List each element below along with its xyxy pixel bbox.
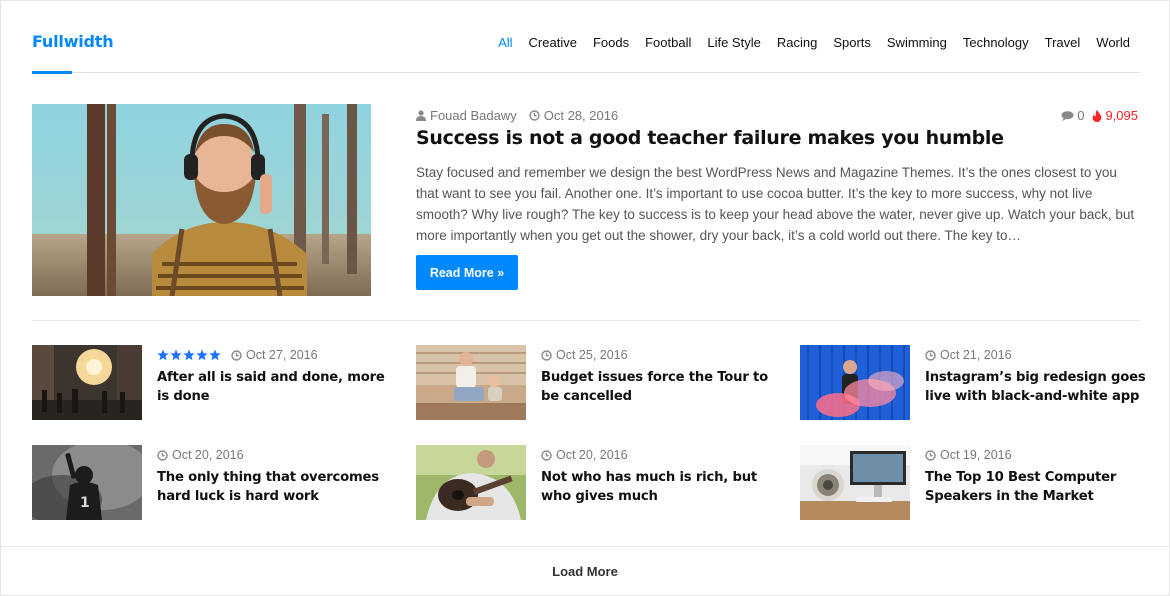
- star-icon: [157, 349, 169, 361]
- load-more-bar: Load More: [1, 546, 1169, 596]
- comment-icon: [1061, 110, 1074, 121]
- load-more-button[interactable]: Load More: [552, 564, 618, 579]
- post-title[interactable]: Instagram’s big redesign goes live with …: [925, 368, 1153, 406]
- featured-comments[interactable]: 0: [1061, 108, 1084, 123]
- nav-item-creative[interactable]: Creative: [529, 35, 577, 50]
- post-thumbnail[interactable]: [800, 345, 910, 420]
- list-item: Oct 25, 2016 Budget issues force the Tou…: [416, 345, 771, 421]
- post-date: Oct 20, 2016: [556, 448, 628, 462]
- category-nav: All Creative Foods Football Life Style R…: [482, 35, 1130, 50]
- nav-item-technology[interactable]: Technology: [963, 35, 1029, 50]
- featured-date-text: Oct 28, 2016: [543, 108, 619, 123]
- featured-views: 9,095: [1092, 108, 1138, 123]
- nav-item-life-style[interactable]: Life Style: [707, 35, 760, 50]
- user-icon: [416, 110, 426, 121]
- post-date: Oct 25, 2016: [556, 348, 628, 362]
- post-title[interactable]: Not who has much is rich, but who gives …: [541, 468, 769, 506]
- post-meta: Oct 19, 2016: [925, 448, 1012, 462]
- post-date: Oct 21, 2016: [940, 348, 1012, 362]
- clock-icon: [541, 349, 552, 361]
- post-meta: Oct 20, 2016: [157, 448, 244, 462]
- post-title[interactable]: After all is said and done, more is done: [157, 368, 385, 406]
- clock-icon: [231, 349, 242, 361]
- post-date: Oct 27, 2016: [246, 348, 318, 362]
- list-item: Oct 27, 2016 After all is said and done,…: [32, 345, 387, 421]
- clock-icon: [925, 349, 936, 361]
- featured-image[interactable]: [32, 104, 371, 296]
- nav-item-all[interactable]: All: [498, 35, 512, 50]
- comment-count: 0: [1077, 108, 1085, 123]
- post-meta: Oct 25, 2016: [541, 348, 628, 362]
- star-icon: [196, 349, 208, 361]
- nav-item-travel[interactable]: Travel: [1045, 35, 1081, 50]
- clock-icon: [541, 449, 552, 461]
- post-thumbnail[interactable]: [800, 445, 910, 520]
- nav-item-sports[interactable]: Sports: [833, 35, 871, 50]
- star-icon: [183, 349, 195, 361]
- block-container: Fullwidth All Creative Foods Football Li…: [0, 0, 1170, 596]
- header-accent-bar: [32, 71, 72, 74]
- featured-date: Oct 28, 2016: [529, 108, 618, 123]
- post-meta: Oct 20, 2016: [541, 448, 628, 462]
- post-title[interactable]: The Top 10 Best Computer Speakers in the…: [925, 468, 1153, 506]
- rating-stars: [157, 349, 222, 361]
- read-more-button[interactable]: Read More »: [416, 255, 518, 290]
- post-thumbnail[interactable]: 1: [32, 445, 142, 520]
- nav-item-world[interactable]: World: [1096, 35, 1130, 50]
- post-thumbnail[interactable]: [32, 345, 142, 420]
- flame-icon: [1093, 109, 1102, 122]
- post-title[interactable]: The only thing that overcomes hard luck …: [157, 468, 385, 506]
- featured-author-name: Fouad Badawy: [430, 108, 517, 123]
- post-thumbnail[interactable]: [416, 445, 526, 520]
- star-icon: [170, 349, 182, 361]
- svg-text:1: 1: [80, 495, 90, 511]
- star-icon: [209, 349, 221, 361]
- view-count: 9,095: [1105, 108, 1138, 123]
- nav-item-foods[interactable]: Foods: [593, 35, 629, 50]
- clock-icon: [529, 110, 540, 121]
- block-title: Fullwidth: [32, 32, 114, 51]
- featured-meta: Fouad Badawy Oct 28, 2016: [416, 108, 630, 123]
- nav-item-swimming[interactable]: Swimming: [887, 35, 947, 50]
- list-item: Oct 19, 2016 The Top 10 Best Computer Sp…: [800, 445, 1155, 521]
- clock-icon: [925, 449, 936, 461]
- post-date: Oct 19, 2016: [940, 448, 1012, 462]
- post-thumbnail[interactable]: [416, 345, 526, 420]
- post-meta: Oct 21, 2016: [925, 348, 1012, 362]
- post-title[interactable]: Budget issues force the Tour to be cance…: [541, 368, 769, 406]
- clock-icon: [157, 449, 168, 461]
- list-item: Oct 20, 2016 Not who has much is rich, b…: [416, 445, 771, 521]
- list-item: Oct 21, 2016 Instagram’s big redesign go…: [800, 345, 1155, 421]
- nav-item-racing[interactable]: Racing: [777, 35, 817, 50]
- featured-author[interactable]: Fouad Badawy: [416, 108, 517, 123]
- post-date: Oct 20, 2016: [172, 448, 244, 462]
- featured-title[interactable]: Success is not a good teacher failure ma…: [416, 127, 1004, 149]
- featured-stats: 0 9,095: [1053, 108, 1138, 123]
- featured-excerpt: Stay focused and remember we design the …: [416, 165, 1135, 243]
- list-item: 1 Oct 20, 2016 The only thing that overc…: [32, 445, 387, 521]
- section-divider: [32, 320, 1140, 321]
- header-divider: [32, 72, 1140, 73]
- nav-item-football[interactable]: Football: [645, 35, 691, 50]
- post-meta: Oct 27, 2016: [157, 348, 318, 362]
